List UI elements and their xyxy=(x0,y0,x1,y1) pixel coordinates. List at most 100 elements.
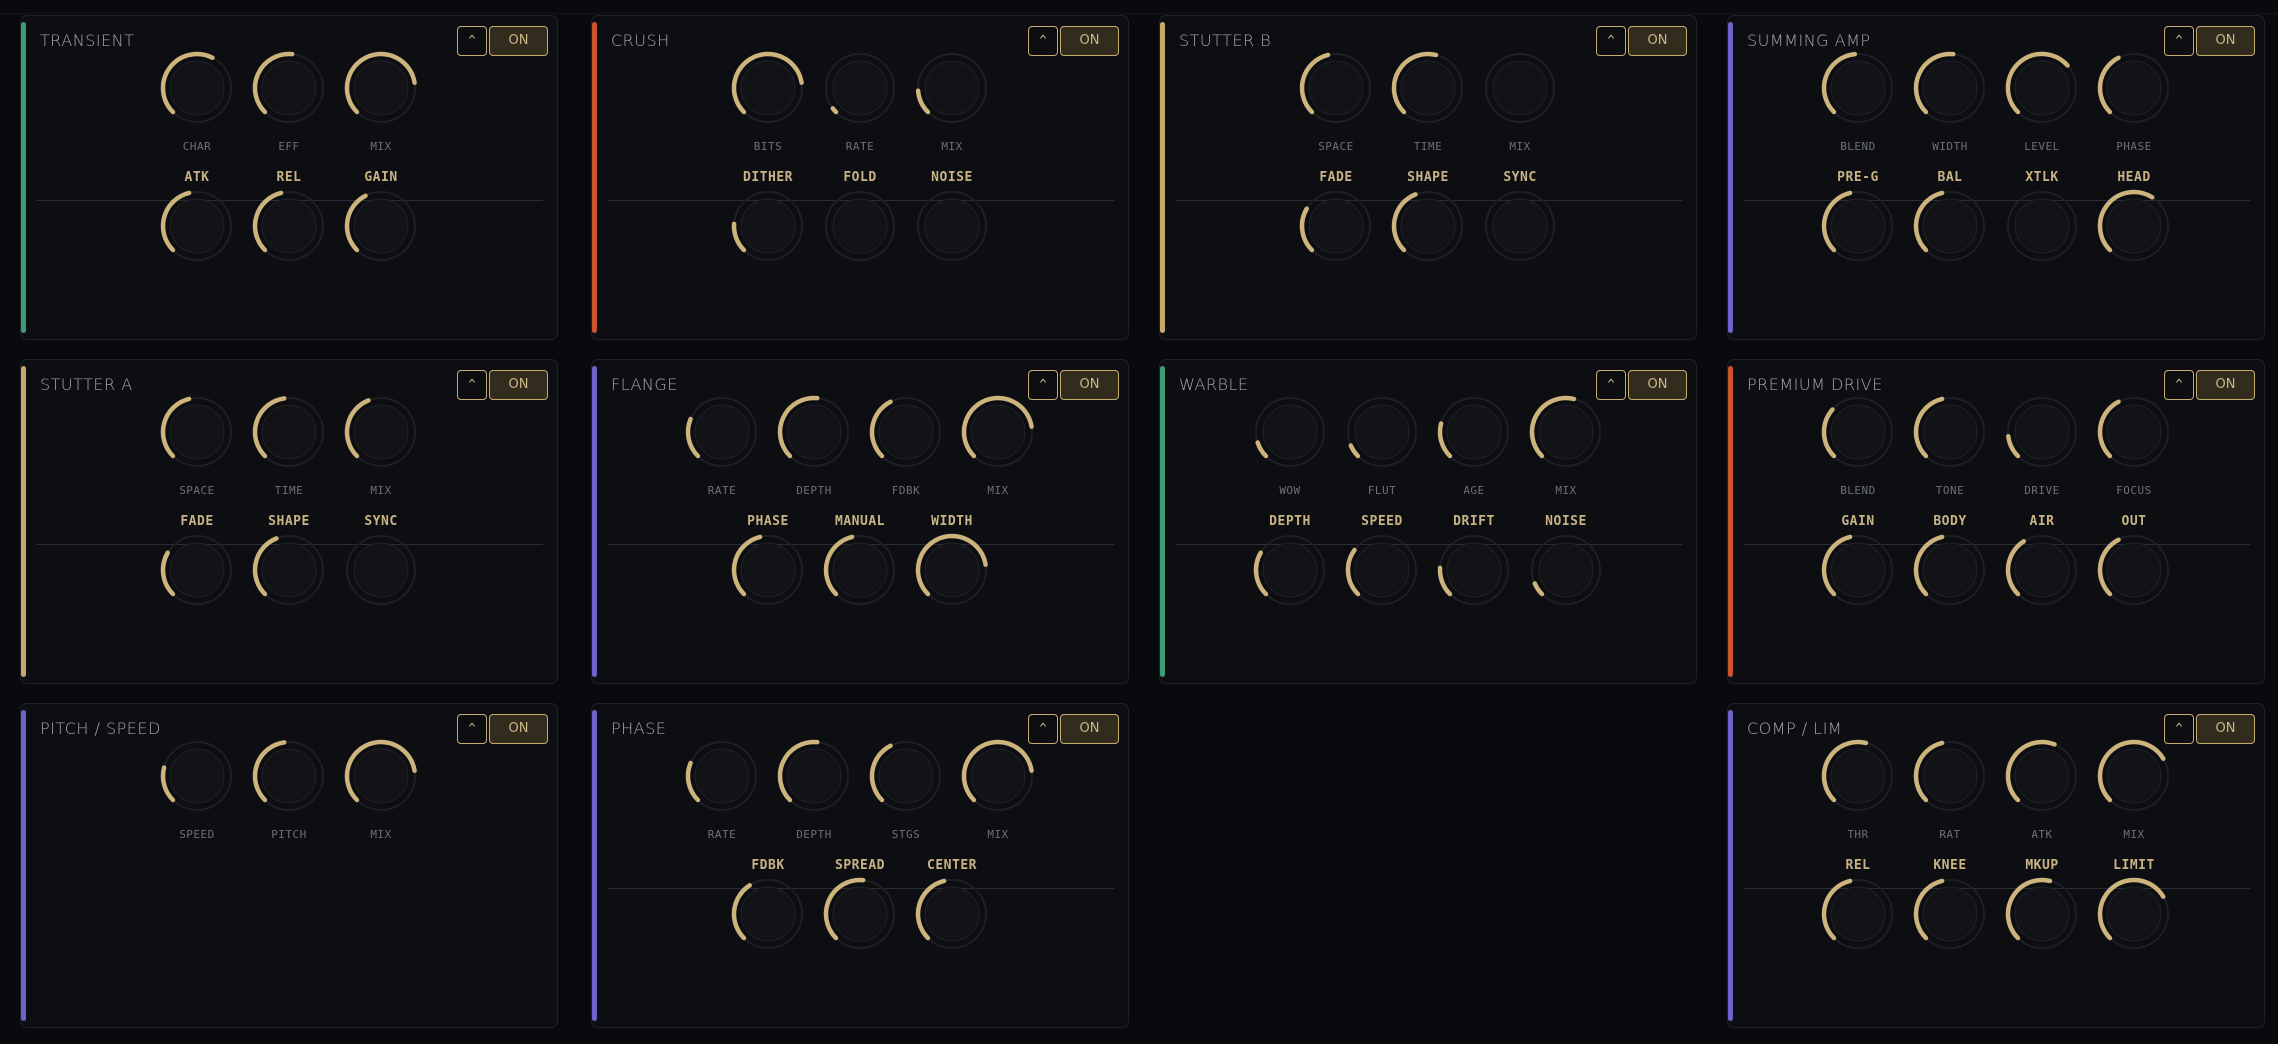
knob-dial[interactable] xyxy=(341,736,421,816)
knob-dial[interactable] xyxy=(341,186,421,266)
knob-noise[interactable]: NOISE xyxy=(912,170,992,274)
knob-dial[interactable] xyxy=(820,874,900,954)
knob-manual[interactable]: MANUAL xyxy=(820,514,900,618)
knob-dial[interactable] xyxy=(157,392,237,472)
knob-dial[interactable] xyxy=(1910,736,1990,816)
knob-dial[interactable] xyxy=(2002,874,2082,954)
knob-dial[interactable] xyxy=(912,48,992,128)
knob-dial[interactable] xyxy=(341,392,421,472)
knob-drift[interactable]: DRIFT xyxy=(1434,514,1514,618)
knob-dial[interactable] xyxy=(1818,736,1898,816)
knob-dial[interactable] xyxy=(2002,530,2082,610)
knob-sync[interactable]: SYNC xyxy=(1480,170,1560,274)
knob-dial[interactable] xyxy=(2094,392,2174,472)
knob-mkup[interactable]: MKUP xyxy=(2002,858,2082,962)
knob-mix[interactable]: MIX xyxy=(2094,736,2174,841)
collapse-button[interactable]: ^ xyxy=(1596,26,1626,56)
knob-dial[interactable] xyxy=(157,48,237,128)
knob-dial[interactable] xyxy=(958,392,1038,472)
knob-dial[interactable] xyxy=(820,186,900,266)
knob-dial[interactable] xyxy=(1296,48,1376,128)
knob-dial[interactable] xyxy=(1818,874,1898,954)
knob-dial[interactable] xyxy=(249,48,329,128)
knob-dial[interactable] xyxy=(682,392,762,472)
collapse-button[interactable]: ^ xyxy=(1028,26,1058,56)
knob-speed[interactable]: SPEED xyxy=(1342,514,1422,618)
knob-spread[interactable]: SPREAD xyxy=(820,858,900,962)
knob-dial[interactable] xyxy=(820,48,900,128)
knob-rate[interactable]: RATE xyxy=(682,736,762,841)
knob-mix[interactable]: MIX xyxy=(958,736,1038,841)
knob-dial[interactable] xyxy=(728,48,808,128)
knob-dial[interactable] xyxy=(2002,392,2082,472)
knob-dial[interactable] xyxy=(2094,736,2174,816)
knob-space[interactable]: SPACE xyxy=(157,392,237,497)
knob-xtlk[interactable]: XTLK xyxy=(2002,170,2082,274)
knob-rate[interactable]: RATE xyxy=(820,48,900,153)
knob-age[interactable]: AGE xyxy=(1434,392,1514,497)
knob-body[interactable]: BODY xyxy=(1910,514,1990,618)
knob-dial[interactable] xyxy=(866,392,946,472)
power-toggle-button[interactable]: ON xyxy=(2196,370,2255,400)
knob-dial[interactable] xyxy=(249,530,329,610)
knob-dial[interactable] xyxy=(1910,48,1990,128)
knob-drive[interactable]: DRIVE xyxy=(2002,392,2082,497)
knob-gain[interactable]: GAIN xyxy=(341,170,421,274)
knob-dial[interactable] xyxy=(728,874,808,954)
knob-dial[interactable] xyxy=(249,392,329,472)
knob-dial[interactable] xyxy=(912,186,992,266)
power-toggle-button[interactable]: ON xyxy=(1628,370,1687,400)
knob-depth[interactable]: DEPTH xyxy=(1250,514,1330,618)
knob-thr[interactable]: THR xyxy=(1818,736,1898,841)
knob-dial[interactable] xyxy=(912,874,992,954)
knob-atk[interactable]: ATK xyxy=(157,170,237,274)
knob-rel[interactable]: REL xyxy=(249,170,329,274)
knob-mix[interactable]: MIX xyxy=(341,736,421,841)
knob-time[interactable]: TIME xyxy=(249,392,329,497)
knob-knee[interactable]: KNEE xyxy=(1910,858,1990,962)
knob-dial[interactable] xyxy=(2094,186,2174,266)
knob-dial[interactable] xyxy=(958,736,1038,816)
knob-dial[interactable] xyxy=(157,736,237,816)
knob-dial[interactable] xyxy=(1818,186,1898,266)
knob-fade[interactable]: FADE xyxy=(1296,170,1376,274)
knob-width[interactable]: WIDTH xyxy=(1910,48,1990,153)
knob-dial[interactable] xyxy=(1526,530,1606,610)
collapse-button[interactable]: ^ xyxy=(457,714,487,744)
power-toggle-button[interactable]: ON xyxy=(1060,370,1119,400)
knob-mix[interactable]: MIX xyxy=(341,392,421,497)
power-toggle-button[interactable]: ON xyxy=(2196,26,2255,56)
knob-shape[interactable]: SHAPE xyxy=(1388,170,1468,274)
knob-bal[interactable]: BAL xyxy=(1910,170,1990,274)
knob-dial[interactable] xyxy=(1910,874,1990,954)
knob-char[interactable]: CHAR xyxy=(157,48,237,153)
knob-dial[interactable] xyxy=(774,736,854,816)
knob-blend[interactable]: BLEND xyxy=(1818,48,1898,153)
knob-dial[interactable] xyxy=(1818,530,1898,610)
knob-pitch[interactable]: PITCH xyxy=(249,736,329,841)
power-toggle-button[interactable]: ON xyxy=(489,714,548,744)
knob-gain[interactable]: GAIN xyxy=(1818,514,1898,618)
knob-speed[interactable]: SPEED xyxy=(157,736,237,841)
knob-fdbk[interactable]: FDBK xyxy=(866,392,946,497)
knob-dial[interactable] xyxy=(728,530,808,610)
knob-dial[interactable] xyxy=(249,186,329,266)
knob-dial[interactable] xyxy=(820,530,900,610)
knob-rate[interactable]: RATE xyxy=(682,392,762,497)
knob-dial[interactable] xyxy=(2094,48,2174,128)
knob-air[interactable]: AIR xyxy=(2002,514,2082,618)
knob-dial[interactable] xyxy=(1480,186,1560,266)
knob-dither[interactable]: DITHER xyxy=(728,170,808,274)
knob-dial[interactable] xyxy=(1388,48,1468,128)
power-toggle-button[interactable]: ON xyxy=(489,370,548,400)
knob-dial[interactable] xyxy=(2002,186,2082,266)
knob-head[interactable]: HEAD xyxy=(2094,170,2174,274)
knob-flut[interactable]: FLUT xyxy=(1342,392,1422,497)
knob-time[interactable]: TIME xyxy=(1388,48,1468,153)
knob-mix[interactable]: MIX xyxy=(912,48,992,153)
knob-dial[interactable] xyxy=(1250,530,1330,610)
knob-out[interactable]: OUT xyxy=(2094,514,2174,618)
knob-dial[interactable] xyxy=(1342,530,1422,610)
knob-fdbk[interactable]: FDBK xyxy=(728,858,808,962)
knob-phase[interactable]: PHASE xyxy=(2094,48,2174,153)
